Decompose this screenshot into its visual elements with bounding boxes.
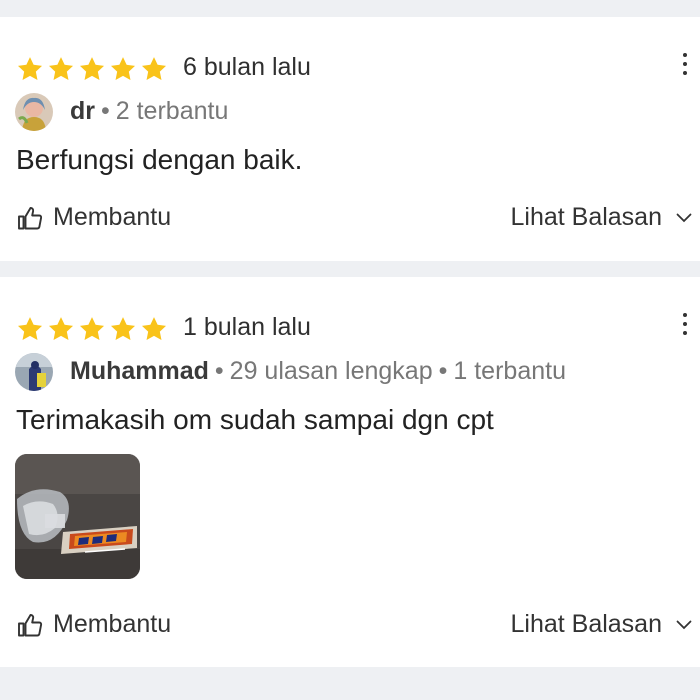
star-icon — [141, 317, 167, 340]
helpful-button[interactable]: Membantu — [17, 203, 171, 232]
reviews-count: 29 ulasan lengkap — [229, 357, 433, 385]
star-icon — [141, 57, 167, 80]
review-text: Berfungsi dengan baik. — [16, 144, 303, 175]
star-icon — [79, 317, 105, 340]
helpful-count: 1 terbantu — [453, 357, 566, 385]
helpful-count: 2 terbantu — [115, 97, 229, 125]
thumbs-up-icon — [18, 206, 43, 229]
star-icon — [17, 57, 43, 80]
helpful-button[interactable]: Membantu — [17, 610, 171, 639]
chevron-down-icon — [676, 213, 692, 222]
star-icon — [110, 317, 136, 340]
more-vertical-icon[interactable] — [680, 313, 690, 335]
reviewer-name[interactable]: dr — [70, 97, 95, 125]
thumbs-up-icon — [18, 613, 43, 636]
star-icon — [48, 57, 74, 80]
view-replies-label: Lihat Balasan — [510, 610, 662, 638]
reviewer-meta: Muhammad • 29 ulasan lengkap • 1 terbantu — [70, 357, 566, 385]
helpful-label: Membantu — [53, 610, 172, 638]
review-card: 6 bulan lalu dr • 2 terbantu Berfungsi den… — [0, 17, 700, 261]
chevron-down-icon — [676, 620, 692, 629]
star-icon — [48, 317, 74, 340]
review-card: 1 bulan lalu Muhammad • 29 ulasan lengkap •… — [0, 277, 700, 667]
review-photo[interactable] — [15, 454, 140, 579]
star-icon — [79, 57, 105, 80]
rating-stars — [16, 315, 168, 343]
helpful-label: Membantu — [53, 203, 172, 231]
review-time: 1 bulan lalu — [183, 313, 311, 341]
view-replies-label: Lihat Balasan — [510, 203, 662, 231]
reviewer-name[interactable]: Muhammad — [70, 357, 209, 385]
view-replies-button[interactable]: Lihat Balasan — [510, 203, 692, 232]
review-text: Terimakasih om sudah sampai dgn cpt — [16, 404, 494, 435]
avatar[interactable] — [15, 353, 53, 391]
avatar[interactable] — [15, 93, 53, 131]
star-icon — [110, 57, 136, 80]
more-vertical-icon[interactable] — [680, 53, 690, 75]
review-time: 6 bulan lalu — [183, 53, 311, 81]
star-icon — [17, 317, 43, 340]
reviewer-meta: dr • 2 terbantu — [70, 97, 229, 125]
view-replies-button[interactable]: Lihat Balasan — [510, 610, 692, 639]
rating-stars — [16, 55, 168, 83]
